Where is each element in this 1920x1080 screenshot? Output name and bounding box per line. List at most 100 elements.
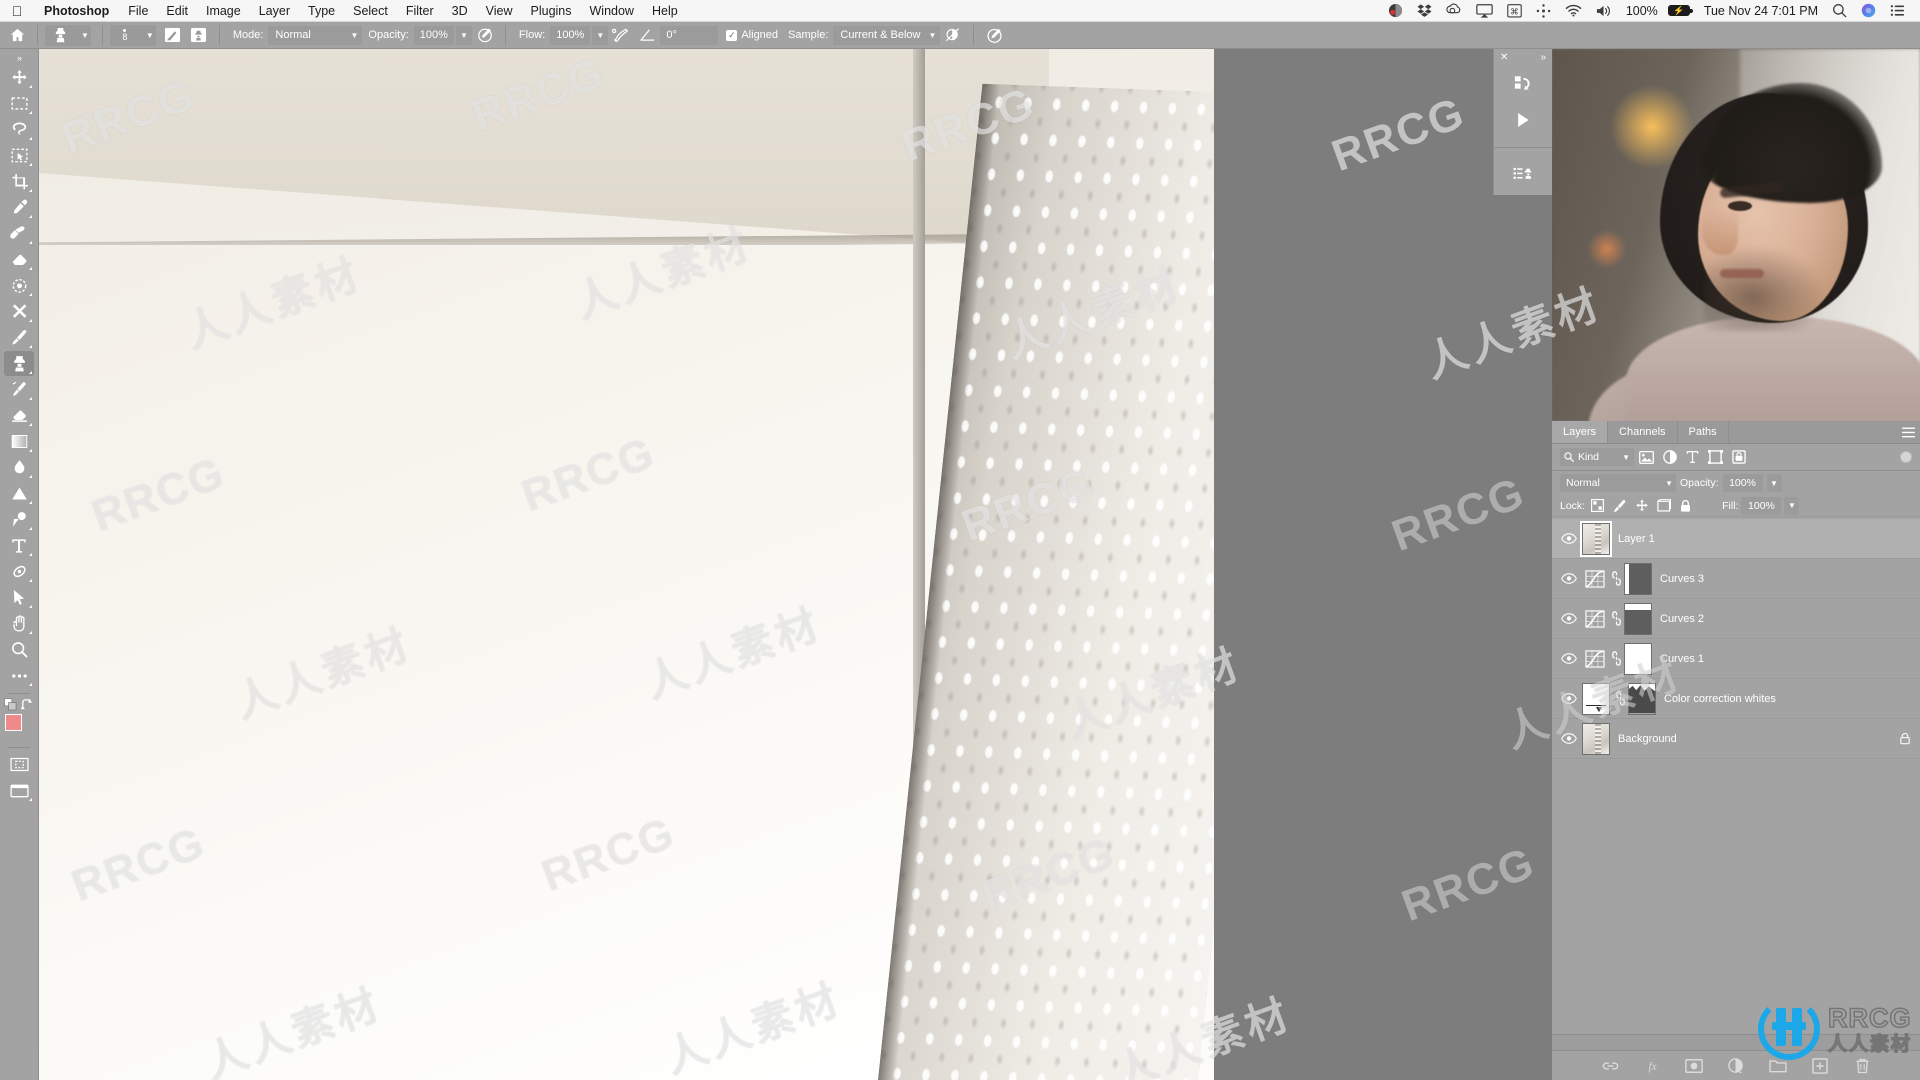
- filter-toggle-icon[interactable]: [1900, 451, 1912, 463]
- menu-item-select[interactable]: Select: [344, 0, 397, 21]
- menu-item-view[interactable]: View: [477, 0, 522, 21]
- opacity-input[interactable]: 100%: [413, 25, 454, 45]
- blur-tool[interactable]: [4, 455, 34, 480]
- menu-item-help[interactable]: Help: [643, 0, 687, 21]
- curves-adjustment-icon[interactable]: [1582, 569, 1608, 588]
- search-icon[interactable]: [1825, 0, 1854, 21]
- table-row[interactable]: Curves 2: [1552, 599, 1920, 639]
- new-adjustment-layer-button[interactable]: [1726, 1056, 1746, 1076]
- apple-logo-icon[interactable]: : [0, 0, 34, 21]
- smart-object-filter-icon[interactable]: [1728, 447, 1749, 467]
- lock-image-pixels-icon[interactable]: [1610, 497, 1629, 515]
- menu-item-window[interactable]: Window: [581, 0, 643, 21]
- layer-visibility-toggle[interactable]: [1556, 653, 1582, 664]
- layer-visibility-toggle[interactable]: [1556, 693, 1582, 704]
- default-colors-icon[interactable]: [4, 698, 17, 711]
- layer-name[interactable]: Color correction whites: [1660, 693, 1914, 705]
- link-icon[interactable]: [1612, 691, 1628, 706]
- layer-mask-thumbnail[interactable]: [1624, 602, 1652, 635]
- control-center-icon[interactable]: [1883, 0, 1912, 21]
- layer-fill-chevron-down-icon[interactable]: ▼: [1784, 496, 1800, 515]
- patch-tool[interactable]: [4, 273, 34, 298]
- layer-name[interactable]: Background: [1614, 733, 1896, 745]
- layer-name[interactable]: Curves 3: [1656, 573, 1914, 585]
- keyboard-input-icon[interactable]: ⌘: [1500, 0, 1529, 21]
- link-icon[interactable]: [1608, 651, 1624, 666]
- lock-position-icon[interactable]: [1632, 497, 1651, 515]
- menu-item-plugins[interactable]: Plugins: [522, 0, 581, 21]
- blend-mode-select[interactable]: Normal ▼: [268, 25, 363, 45]
- dropbox-icon[interactable]: [1410, 0, 1439, 21]
- layer-visibility-toggle[interactable]: [1556, 613, 1582, 624]
- brush-size-indicator[interactable]: 8: [112, 24, 138, 47]
- link-icon[interactable]: [1608, 571, 1624, 586]
- link-icon[interactable]: [1608, 611, 1624, 626]
- menu-item-type[interactable]: Type: [299, 0, 344, 21]
- menu-item-edit[interactable]: Edit: [157, 0, 197, 21]
- menu-item-3d[interactable]: 3D: [443, 0, 477, 21]
- eraser-block-tool[interactable]: [4, 247, 34, 272]
- eraser-tool[interactable]: [4, 403, 34, 428]
- curves-adjustment-icon[interactable]: [1582, 649, 1608, 668]
- rectangular-marquee-tool[interactable]: [4, 91, 34, 116]
- clone-source-panel-icon[interactable]: [1510, 162, 1536, 188]
- add-layer-mask-button[interactable]: [1684, 1056, 1704, 1076]
- bluetooth-transfer-icon[interactable]: [1529, 0, 1558, 21]
- edit-toolbar-ellipsis-icon[interactable]: [4, 663, 34, 688]
- layers-list[interactable]: Layer 1 Curves 3 Curves 2 Curves 1 Color…: [1552, 519, 1920, 1030]
- brush-angle-input[interactable]: 0°: [660, 25, 719, 45]
- actions-panel-icon[interactable]: [1510, 107, 1536, 133]
- crop-tool[interactable]: [4, 169, 34, 194]
- ignore-adjustment-layers-icon[interactable]: [940, 24, 966, 46]
- menu-item-filter[interactable]: Filter: [397, 0, 443, 21]
- tool-preset-chevron-down-icon[interactable]: ▼: [81, 31, 89, 40]
- airplay-icon[interactable]: [1469, 0, 1500, 21]
- lock-artboard-nesting-icon[interactable]: [1654, 497, 1673, 515]
- object-selection-tool[interactable]: [4, 143, 34, 168]
- quick-mask-icon[interactable]: [4, 752, 34, 777]
- adjustment-layers-filter-icon[interactable]: [1659, 447, 1680, 467]
- move-tool[interactable]: [4, 65, 34, 90]
- type-layers-filter-icon[interactable]: [1682, 447, 1703, 467]
- menu-bar-clock[interactable]: Tue Nov 24 7:01 PM: [1697, 4, 1825, 18]
- pen-tool[interactable]: [4, 507, 34, 532]
- delete-layer-button[interactable]: [1852, 1056, 1872, 1076]
- table-row[interactable]: Color correction whites: [1552, 679, 1920, 719]
- layer-thumbnail[interactable]: [1582, 722, 1610, 755]
- swap-colors-icon[interactable]: [21, 698, 34, 711]
- screen-mode-icon[interactable]: [4, 778, 34, 803]
- zoom-tool[interactable]: [4, 637, 34, 662]
- menu-item-layer[interactable]: Layer: [250, 0, 299, 21]
- layer-opacity-chevron-down-icon[interactable]: ▼: [1766, 474, 1782, 492]
- opacity-chevron-down-icon[interactable]: ▼: [455, 25, 472, 45]
- layer-thumbnail[interactable]: [1580, 520, 1612, 557]
- table-row[interactable]: Background: [1552, 719, 1920, 759]
- airbrush-icon[interactable]: [608, 24, 634, 46]
- brush-preset-chevron-down-icon[interactable]: ▼: [146, 31, 154, 40]
- path-selection-tool[interactable]: [4, 559, 34, 584]
- shape-layers-filter-icon[interactable]: [1705, 447, 1726, 467]
- menu-item-file[interactable]: File: [119, 0, 157, 21]
- tab-paths[interactable]: Paths: [1678, 421, 1729, 443]
- table-row[interactable]: Curves 3: [1552, 559, 1920, 599]
- hand-tool[interactable]: [4, 611, 34, 636]
- pixel-layers-filter-icon[interactable]: [1636, 447, 1657, 467]
- layer-mask-thumbnail[interactable]: [1624, 642, 1652, 675]
- table-row[interactable]: Layer 1: [1552, 519, 1920, 559]
- curves-adjustment-icon[interactable]: [1582, 609, 1608, 628]
- aligned-checkbox[interactable]: ✓ Aligned: [726, 29, 778, 41]
- expand-toolbar-icon[interactable]: »: [0, 51, 38, 65]
- home-icon[interactable]: [4, 24, 30, 46]
- colorsync-icon[interactable]: [1381, 0, 1410, 21]
- layer-visibility-toggle[interactable]: [1556, 533, 1582, 544]
- expand-panels-icon[interactable]: »: [1540, 52, 1546, 63]
- lock-transparent-pixels-icon[interactable]: [1588, 497, 1607, 515]
- type-tool[interactable]: [4, 533, 34, 558]
- pressure-opacity-icon[interactable]: [472, 24, 498, 46]
- direct-selection-tool[interactable]: [4, 585, 34, 610]
- layer-name[interactable]: Curves 1: [1656, 653, 1914, 665]
- dodge-tool[interactable]: [4, 481, 34, 506]
- history-brush-tool[interactable]: [4, 377, 34, 402]
- volume-icon[interactable]: [1589, 0, 1619, 21]
- new-group-button[interactable]: [1768, 1056, 1788, 1076]
